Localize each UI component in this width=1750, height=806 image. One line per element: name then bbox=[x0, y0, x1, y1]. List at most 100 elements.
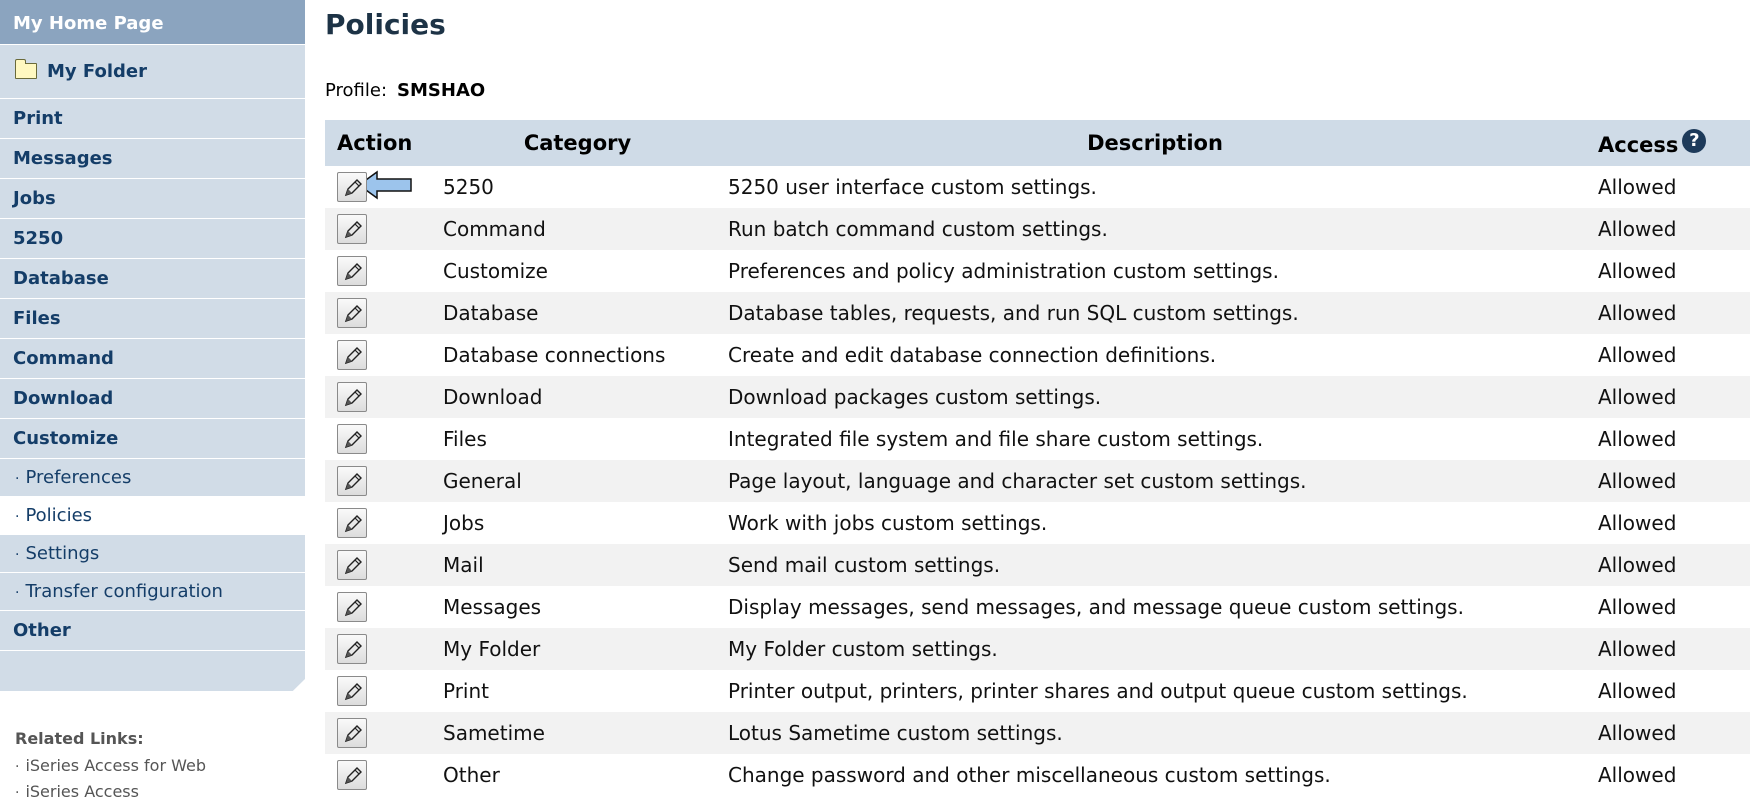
edit-button[interactable] bbox=[337, 340, 367, 370]
edit-button[interactable] bbox=[337, 760, 367, 790]
action-cell bbox=[325, 376, 435, 418]
sidebar-item-5250[interactable]: 5250 bbox=[0, 219, 305, 259]
sidebar-item-my-folder[interactable]: My Folder bbox=[0, 45, 305, 99]
related-links: Related Links: · iSeries Access for Web · i… bbox=[0, 725, 305, 805]
sidebar-subitem-policies[interactable]: · Policies bbox=[0, 497, 305, 535]
category-cell: Database connections bbox=[435, 334, 720, 376]
bullet-icon: · bbox=[15, 471, 20, 487]
edit-button[interactable] bbox=[337, 718, 367, 748]
table-row: Messages Display messages, send messages,… bbox=[325, 586, 1750, 628]
description-cell: Page layout, language and character set … bbox=[720, 460, 1590, 502]
sidebar-item-jobs[interactable]: Jobs bbox=[0, 179, 305, 219]
sidebar-item-database[interactable]: Database bbox=[0, 259, 305, 299]
description-cell: Download packages custom settings. bbox=[720, 376, 1590, 418]
action-cell bbox=[325, 460, 435, 502]
table-row: Download Download packages custom setting… bbox=[325, 376, 1750, 418]
action-cell bbox=[325, 250, 435, 292]
category-cell: Command bbox=[435, 208, 720, 250]
table-row: Sametime Lotus Sametime custom settings. A… bbox=[325, 712, 1750, 754]
related-link-iseries-access[interactable]: · iSeries Access bbox=[15, 779, 305, 805]
sidebar-item-print[interactable]: Print bbox=[0, 99, 305, 139]
edit-button[interactable] bbox=[337, 466, 367, 496]
access-cell: Allowed bbox=[1590, 418, 1750, 460]
edit-button[interactable] bbox=[337, 592, 367, 622]
edit-button[interactable] bbox=[337, 214, 367, 244]
access-cell: Allowed bbox=[1590, 712, 1750, 754]
sidebar-item-files[interactable]: Files bbox=[0, 299, 305, 339]
category-cell: Sametime bbox=[435, 712, 720, 754]
bullet-icon: · bbox=[15, 759, 20, 775]
sidebar-item-other[interactable]: Other bbox=[0, 611, 305, 651]
edit-button[interactable] bbox=[337, 172, 367, 202]
header-access: Access? bbox=[1590, 120, 1750, 166]
access-cell: Allowed bbox=[1590, 502, 1750, 544]
description-cell: Preferences and policy administration cu… bbox=[720, 250, 1590, 292]
sidebar-item-command[interactable]: Command bbox=[0, 339, 305, 379]
access-cell: Allowed bbox=[1590, 376, 1750, 418]
related-links-title: Related Links: bbox=[15, 729, 144, 748]
sidebar-subitem-label: Settings bbox=[25, 543, 100, 564]
category-cell: Download bbox=[435, 376, 720, 418]
category-cell: 5250 bbox=[435, 166, 720, 208]
edit-button[interactable] bbox=[337, 676, 367, 706]
edit-button[interactable] bbox=[337, 298, 367, 328]
header-action: Action bbox=[325, 120, 435, 166]
edit-button[interactable] bbox=[337, 424, 367, 454]
profile-line: Profile: SMSHAO bbox=[325, 80, 485, 101]
sidebar-subitem-preferences[interactable]: · Preferences bbox=[0, 459, 305, 497]
table-row: General Page layout, language and charact… bbox=[325, 460, 1750, 502]
access-cell: Allowed bbox=[1590, 628, 1750, 670]
edit-button[interactable] bbox=[337, 508, 367, 538]
edit-button[interactable] bbox=[337, 256, 367, 286]
access-cell: Allowed bbox=[1590, 460, 1750, 502]
description-cell: Database tables, requests, and run SQL c… bbox=[720, 292, 1590, 334]
description-cell: Send mail custom settings. bbox=[720, 544, 1590, 586]
header-description: Description bbox=[720, 120, 1590, 166]
bullet-icon: · bbox=[15, 785, 20, 801]
action-cell bbox=[325, 418, 435, 460]
category-cell: Files bbox=[435, 418, 720, 460]
category-cell: Customize bbox=[435, 250, 720, 292]
sidebar-item-download[interactable]: Download bbox=[0, 379, 305, 419]
header-access-label: Access bbox=[1598, 133, 1679, 157]
access-cell: Allowed bbox=[1590, 754, 1750, 796]
sidebar-item-home[interactable]: My Home Page bbox=[0, 0, 305, 45]
action-cell bbox=[325, 502, 435, 544]
category-cell: Mail bbox=[435, 544, 720, 586]
sidebar-item-customize[interactable]: Customize bbox=[0, 419, 305, 459]
category-cell: Jobs bbox=[435, 502, 720, 544]
action-cell bbox=[325, 670, 435, 712]
table-row: Other Change password and other miscellan… bbox=[325, 754, 1750, 796]
sidebar-item-messages[interactable]: Messages bbox=[0, 139, 305, 179]
help-icon[interactable]: ? bbox=[1682, 129, 1707, 153]
edit-button[interactable] bbox=[337, 382, 367, 412]
sidebar-item-label: My Folder bbox=[47, 61, 147, 82]
table-row: Database connections Create and edit data… bbox=[325, 334, 1750, 376]
sidebar-subitem-settings[interactable]: · Settings bbox=[0, 535, 305, 573]
access-cell: Allowed bbox=[1590, 208, 1750, 250]
description-cell: Run batch command custom settings. bbox=[720, 208, 1590, 250]
sidebar-subitem-label: Preferences bbox=[25, 467, 132, 488]
table-row: Jobs Work with jobs custom settings. Allow… bbox=[325, 502, 1750, 544]
access-cell: Allowed bbox=[1590, 166, 1750, 208]
access-cell: Allowed bbox=[1590, 544, 1750, 586]
access-cell: Allowed bbox=[1590, 670, 1750, 712]
description-cell: Integrated file system and file share cu… bbox=[720, 418, 1590, 460]
edit-button[interactable] bbox=[337, 634, 367, 664]
sidebar-subitem-transfer-configuration[interactable]: · Transfer configuration bbox=[0, 573, 305, 611]
description-cell: Lotus Sametime custom settings. bbox=[720, 712, 1590, 754]
edit-button[interactable] bbox=[337, 550, 367, 580]
table-header-row: Action Category Description Access? bbox=[325, 120, 1750, 166]
sidebar-footer-tab bbox=[0, 651, 305, 691]
category-cell: General bbox=[435, 460, 720, 502]
action-cell bbox=[325, 334, 435, 376]
action-cell bbox=[325, 754, 435, 796]
sidebar: My Home Page My Folder Print Messages Jobs… bbox=[0, 0, 305, 803]
description-cell: Display messages, send messages, and mes… bbox=[720, 586, 1590, 628]
bullet-icon: · bbox=[15, 547, 20, 563]
sidebar-subitem-label: Transfer configuration bbox=[25, 581, 223, 602]
sidebar-nav: My Home Page My Folder Print Messages Jobs… bbox=[0, 0, 305, 691]
profile-value: SMSHAO bbox=[397, 80, 486, 101]
table-row: Mail Send mail custom settings. Allowed bbox=[325, 544, 1750, 586]
related-link-iseries-access-for-web[interactable]: · iSeries Access for Web bbox=[15, 753, 305, 779]
